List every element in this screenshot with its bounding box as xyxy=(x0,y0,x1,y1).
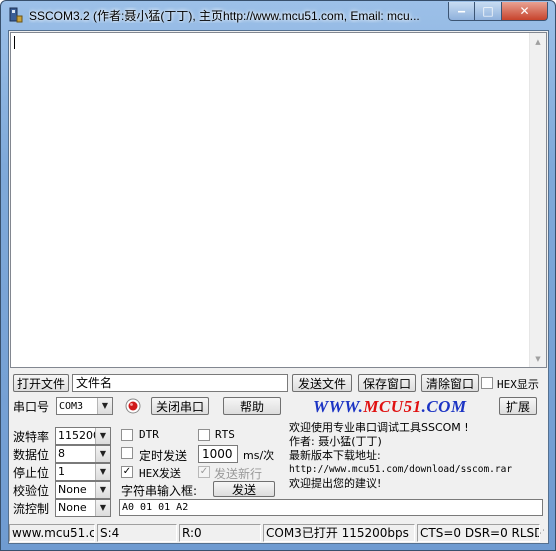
dtr-checkbox[interactable] xyxy=(121,429,133,441)
close-port-button[interactable]: 关闭串口 xyxy=(151,397,209,415)
port-select[interactable]: COM3 ▼ xyxy=(56,397,113,415)
status-port: COM3已打开 115200bps xyxy=(263,524,415,542)
chevron-down-icon: ▼ xyxy=(95,500,110,516)
logo-brand: MCU51 xyxy=(363,397,422,416)
window-title: SSCOM3.2 (作者:聂小猛(丁丁), 主页http://www.mcu51… xyxy=(29,9,420,23)
status-sent-count: S:4 xyxy=(97,524,177,542)
info-line-author: 作者: 聂小猛(丁丁) xyxy=(289,435,382,448)
logo-prefix: WWW. xyxy=(313,397,364,416)
info-line-welcome: 欢迎使用专业串口调试工具SSCOM ! xyxy=(289,421,469,434)
rts-label: RTS xyxy=(215,428,235,441)
app-icon xyxy=(9,7,23,23)
stopbits-select[interactable]: 1 ▼ xyxy=(55,463,111,481)
close-icon: ✕ xyxy=(519,4,530,18)
dtr-label: DTR xyxy=(139,428,159,441)
stopbits-label: 停止位 xyxy=(13,466,50,480)
close-button[interactable]: ✕ xyxy=(502,2,548,21)
send-button[interactable]: 发送 xyxy=(213,481,275,497)
parity-select[interactable]: None ▼ xyxy=(55,481,111,499)
file-name-input[interactable]: 文件名 xyxy=(72,374,288,392)
baud-select[interactable]: 115200 ▼ xyxy=(55,427,111,445)
port-label: 串口号 xyxy=(13,400,50,414)
help-button[interactable]: 帮助 xyxy=(223,397,281,415)
send-text-input[interactable]: A0 01 01 A2 xyxy=(119,499,543,516)
flow-label: 流控制 xyxy=(13,502,50,516)
timed-send-checkbox[interactable] xyxy=(121,447,133,459)
status-bar: www.mcu51.com S:4 R:0 COM3已打开 115200bps … xyxy=(9,522,548,543)
expand-button[interactable]: 扩展 xyxy=(499,397,537,415)
status-received-count: R:0 xyxy=(179,524,261,542)
app-window: SSCOM3.2 (作者:聂小猛(丁丁), 主页http://www.mcu51… xyxy=(0,0,556,551)
receive-textarea[interactable]: ▲ ▼ xyxy=(10,32,547,368)
info-line-download: 最新版本下载地址: xyxy=(289,449,381,462)
vertical-scrollbar[interactable]: ▲ ▼ xyxy=(529,33,546,367)
status-site: www.mcu51.com xyxy=(9,524,95,542)
scroll-down-icon[interactable]: ▼ xyxy=(530,350,546,367)
hex-display-checkbox[interactable] xyxy=(481,377,493,389)
send-file-button[interactable]: 发送文件 xyxy=(292,374,352,392)
timed-send-label: 定时发送 xyxy=(139,449,188,463)
interval-unit-label: ms/次 xyxy=(243,449,275,462)
maximize-icon: □ xyxy=(482,4,494,18)
checkmark-icon: ✓ xyxy=(122,466,132,477)
hex-send-checkbox[interactable]: ✓ xyxy=(121,466,133,478)
parity-label: 校验位 xyxy=(13,484,50,498)
logo-suffix: .COM xyxy=(421,397,467,416)
chevron-down-icon: ▼ xyxy=(97,398,112,414)
chevron-down-icon: ▼ xyxy=(95,428,110,444)
databits-label: 数据位 xyxy=(13,448,50,462)
open-file-button[interactable]: 打开文件 xyxy=(13,374,69,392)
minimize-button[interactable]: ‒ xyxy=(448,2,475,21)
string-input-label: 字符串输入框: xyxy=(121,484,198,498)
stopbits-select-value: 1 xyxy=(58,465,65,478)
port-select-value: COM3 xyxy=(59,401,84,412)
checkmark-icon: ✓ xyxy=(199,466,209,477)
save-window-button[interactable]: 保存窗口 xyxy=(358,374,416,392)
databits-select[interactable]: 8 ▼ xyxy=(55,445,111,463)
info-line-feedback: 欢迎提出您的建议! xyxy=(289,477,382,490)
title-bar[interactable]: SSCOM3.2 (作者:聂小猛(丁丁), 主页http://www.mcu51… xyxy=(1,1,556,29)
chevron-down-icon: ▼ xyxy=(95,482,110,498)
maximize-button[interactable]: □ xyxy=(475,2,502,21)
baud-label: 波特率 xyxy=(13,430,50,444)
send-newline-checkbox[interactable]: ✓ xyxy=(198,466,210,478)
info-panel: 欢迎使用专业串口调试工具SSCOM ! 作者: 聂小猛(丁丁) 最新版本下载地址… xyxy=(289,421,547,497)
rts-checkbox[interactable] xyxy=(198,429,210,441)
info-line-url[interactable]: http://www.mcu51.com/download/sscom.rar xyxy=(289,463,547,477)
port-status-indicator-icon xyxy=(125,398,141,414)
status-signals: CTS=0 DSR=0 RLSD xyxy=(417,524,540,542)
site-logo[interactable]: WWW.MCU51.COM xyxy=(313,397,467,417)
client-area: ▲ ▼ 打开文件 文件名 发送文件 保存窗口 清除窗口 HEX显示 串口号 CO… xyxy=(8,30,549,544)
flow-select-value: None xyxy=(58,501,87,514)
baud-select-value: 115200 xyxy=(58,429,100,442)
hex-send-label: HEX发送 xyxy=(139,467,181,480)
chevron-down-icon: ▼ xyxy=(95,464,110,480)
hex-display-label: HEX显示 xyxy=(497,378,539,391)
text-caret xyxy=(14,36,15,49)
parity-select-value: None xyxy=(58,483,87,496)
interval-input[interactable]: 1000 xyxy=(198,445,238,463)
send-newline-label: 发送新行 xyxy=(214,467,263,481)
scroll-up-icon[interactable]: ▲ xyxy=(530,33,546,50)
resize-grip-icon[interactable]: ⋰ xyxy=(536,528,548,540)
chevron-down-icon: ▼ xyxy=(95,446,110,462)
clear-window-button[interactable]: 清除窗口 xyxy=(421,374,479,392)
flow-select[interactable]: None ▼ xyxy=(55,499,111,517)
minimize-icon: ‒ xyxy=(457,4,466,18)
databits-select-value: 8 xyxy=(58,447,65,460)
